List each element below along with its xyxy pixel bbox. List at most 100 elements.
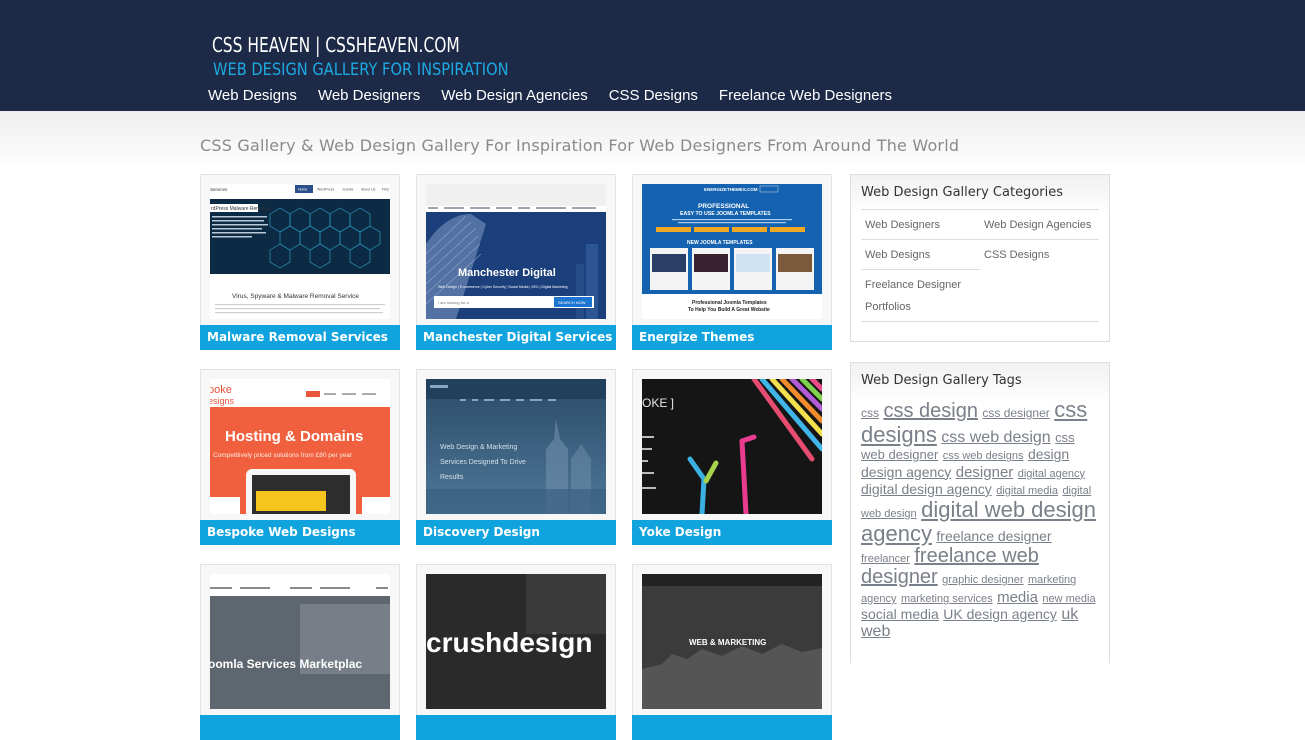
thumb-text: Professional Joomla Templates: [692, 300, 767, 306]
site-header: CSS HEAVEN | CSSHEAVEN.COM WEB DESIGN GA…: [0, 0, 1305, 111]
card-thumbnail[interactable]: Manchester Digital Web Design | E-commer…: [426, 184, 606, 319]
category-web-designs[interactable]: Web Designs: [865, 249, 930, 261]
thumb-text: rdPress Malware Removal: [211, 206, 270, 212]
gallery-card[interactable]: Manchester Digital Web Design | E-commer…: [416, 174, 616, 350]
tag-link[interactable]: designer: [956, 464, 1014, 481]
card-caption[interactable]: Energize Themes: [632, 325, 832, 350]
gallery-card[interactable]: Web Design & Marketing Services Designed…: [416, 369, 616, 545]
thumb-text: Hosting & Domains: [225, 428, 363, 445]
nav-css-designs[interactable]: CSS Designs: [609, 87, 698, 104]
thumb-text: Web Design | E-commerce | Cyber Security…: [438, 285, 568, 289]
thumb-text: Virus, Spyware & Malware Removal Service: [232, 293, 359, 300]
category-web-designers[interactable]: Web Designers: [865, 219, 940, 231]
tags-title: Web Design Gallery Tags: [861, 373, 1022, 388]
card-thumbnail[interactable]: Web Design & Marketing Services Designed…: [426, 379, 606, 514]
card-thumbnail[interactable]: ENERGIZETHEMES.COM PROFESSIONAL EASY TO …: [642, 184, 822, 319]
card-caption[interactable]: Discovery Design: [416, 520, 616, 545]
card-thumbnail[interactable]: oomla Services Marketplac: [210, 574, 390, 709]
tag-link[interactable]: css design: [883, 400, 978, 422]
divider: [861, 239, 980, 240]
tag-link[interactable]: digital agency: [1018, 468, 1085, 480]
site-tagline: WEB DESIGN GALLERY FOR INSPIRATION: [213, 60, 509, 80]
gallery-card[interactable]: poke esigns Hosting & Domains Competitiv…: [200, 369, 400, 545]
tag-link[interactable]: digital media: [996, 485, 1058, 497]
category-portfolios[interactable]: Portfolios: [865, 301, 911, 313]
nav-web-design-agencies[interactable]: Web Design Agencies: [441, 87, 587, 104]
tag-link[interactable]: css web designs: [943, 450, 1024, 462]
card-caption[interactable]: [632, 715, 832, 740]
thumb-text: WordPress: [317, 188, 334, 192]
card-caption[interactable]: Yoke Design: [632, 520, 832, 545]
divider: [861, 209, 1099, 210]
tag-link[interactable]: social media: [861, 606, 939, 622]
thumb-text: oomla Services Marketplac: [210, 657, 362, 671]
thumb-text: PROFESSIONAL: [698, 203, 749, 210]
thumb-text: NEW JOOMLA TEMPLATES: [687, 240, 753, 246]
card-caption[interactable]: Manchester Digital Services: [416, 325, 616, 350]
thumb-text: FAQ: [382, 188, 389, 192]
gallery-card[interactable]: WEB & MARKETING: [632, 564, 832, 740]
card-caption[interactable]: Bespoke Web Designs: [200, 520, 400, 545]
gallery-card[interactable]: crushdesign: [416, 564, 616, 740]
card-thumbnail[interactable]: crushdesign: [426, 574, 606, 709]
thumb-text: poke: [210, 384, 232, 396]
gallery-card[interactable]: OKE ] Yoke Design: [632, 369, 832, 545]
thumb-text: I am looking for a: [438, 300, 469, 305]
tag-link[interactable]: freelance designer: [936, 528, 1051, 544]
thumb-text: Services: [210, 187, 228, 192]
thumb-text: Manchester Digital: [458, 267, 556, 279]
thumb-text: Results: [440, 474, 464, 481]
tag-link[interactable]: css web design: [941, 429, 1050, 446]
tag-link[interactable]: digital design agency: [861, 481, 992, 497]
tag-link[interactable]: css: [861, 406, 879, 420]
tag-link[interactable]: marketing services: [901, 593, 993, 605]
thumb-text: Services Designed To Drive: [440, 459, 526, 466]
thumb-text: Home: [298, 188, 307, 192]
main-nav: Web Designs Web Designers Web Design Age…: [208, 87, 913, 104]
gallery-card[interactable]: ENERGIZETHEMES.COM PROFESSIONAL EASY TO …: [632, 174, 832, 350]
divider: [980, 239, 1099, 240]
categories-title: Web Design Gallery Categories: [861, 185, 1063, 200]
thumb-text: Joomla: [342, 188, 353, 192]
tag-link[interactable]: media: [997, 589, 1038, 606]
categories-box: Web Design Gallery Categories Web Design…: [850, 174, 1110, 342]
category-web-design-agencies[interactable]: Web Design Agencies: [984, 219, 1091, 231]
card-caption[interactable]: [416, 715, 616, 740]
divider: [861, 321, 1099, 322]
thumb-text: EASY TO USE JOOMLA TEMPLATES: [680, 211, 771, 217]
card-thumbnail[interactable]: poke esigns Hosting & Domains Competitiv…: [210, 379, 390, 514]
category-freelance-designer[interactable]: Freelance Designer: [865, 279, 961, 291]
thumb-text: OKE ]: [642, 396, 674, 410]
thumb-text: crushdesign: [426, 627, 592, 658]
thumb-text: To Help You Build A Great Website: [688, 307, 770, 313]
thumb-text: Web Design & Marketing: [440, 444, 517, 451]
tag-link[interactable]: design: [1028, 446, 1069, 462]
card-caption[interactable]: [200, 715, 400, 740]
tag-link[interactable]: new media: [1042, 593, 1095, 605]
tag-link[interactable]: freelancer: [861, 553, 910, 565]
card-thumbnail[interactable]: Services Home WordPress Joomla About Us …: [210, 184, 390, 319]
divider: [861, 269, 980, 270]
thumb-text: SEARCH NOW: [558, 300, 586, 305]
gallery-card[interactable]: oomla Services Marketplac: [200, 564, 400, 740]
tag-cloud: css css design css designer css designs …: [861, 398, 1101, 641]
card-thumbnail[interactable]: OKE ]: [642, 379, 822, 514]
tag-link[interactable]: UK design agency: [943, 606, 1057, 622]
gallery-card[interactable]: Services Home WordPress Joomla About Us …: [200, 174, 400, 350]
thumb-text: WEB & MARKETING: [689, 638, 766, 647]
tag-link[interactable]: design agency: [861, 464, 951, 480]
thumb-text: ENERGIZETHEMES.COM: [704, 187, 758, 192]
category-css-designs[interactable]: CSS Designs: [984, 249, 1049, 261]
tags-box: Web Design Gallery Tags css css design c…: [850, 362, 1110, 663]
nav-web-designs[interactable]: Web Designs: [208, 87, 297, 104]
nav-web-designers[interactable]: Web Designers: [318, 87, 420, 104]
tag-link[interactable]: graphic designer: [942, 574, 1023, 586]
tag-link[interactable]: css designer: [982, 406, 1049, 420]
nav-freelance-web-designers[interactable]: Freelance Web Designers: [719, 87, 892, 104]
card-caption[interactable]: Malware Removal Services: [200, 325, 400, 350]
thumb-text: About Us: [361, 188, 376, 192]
site-title[interactable]: CSS HEAVEN | CSSHEAVEN.COM: [212, 33, 460, 57]
thumb-text: Competitively priced solutions from £80 …: [213, 452, 353, 459]
thumb-text: esigns: [210, 396, 235, 406]
card-thumbnail[interactable]: WEB & MARKETING: [642, 574, 822, 709]
